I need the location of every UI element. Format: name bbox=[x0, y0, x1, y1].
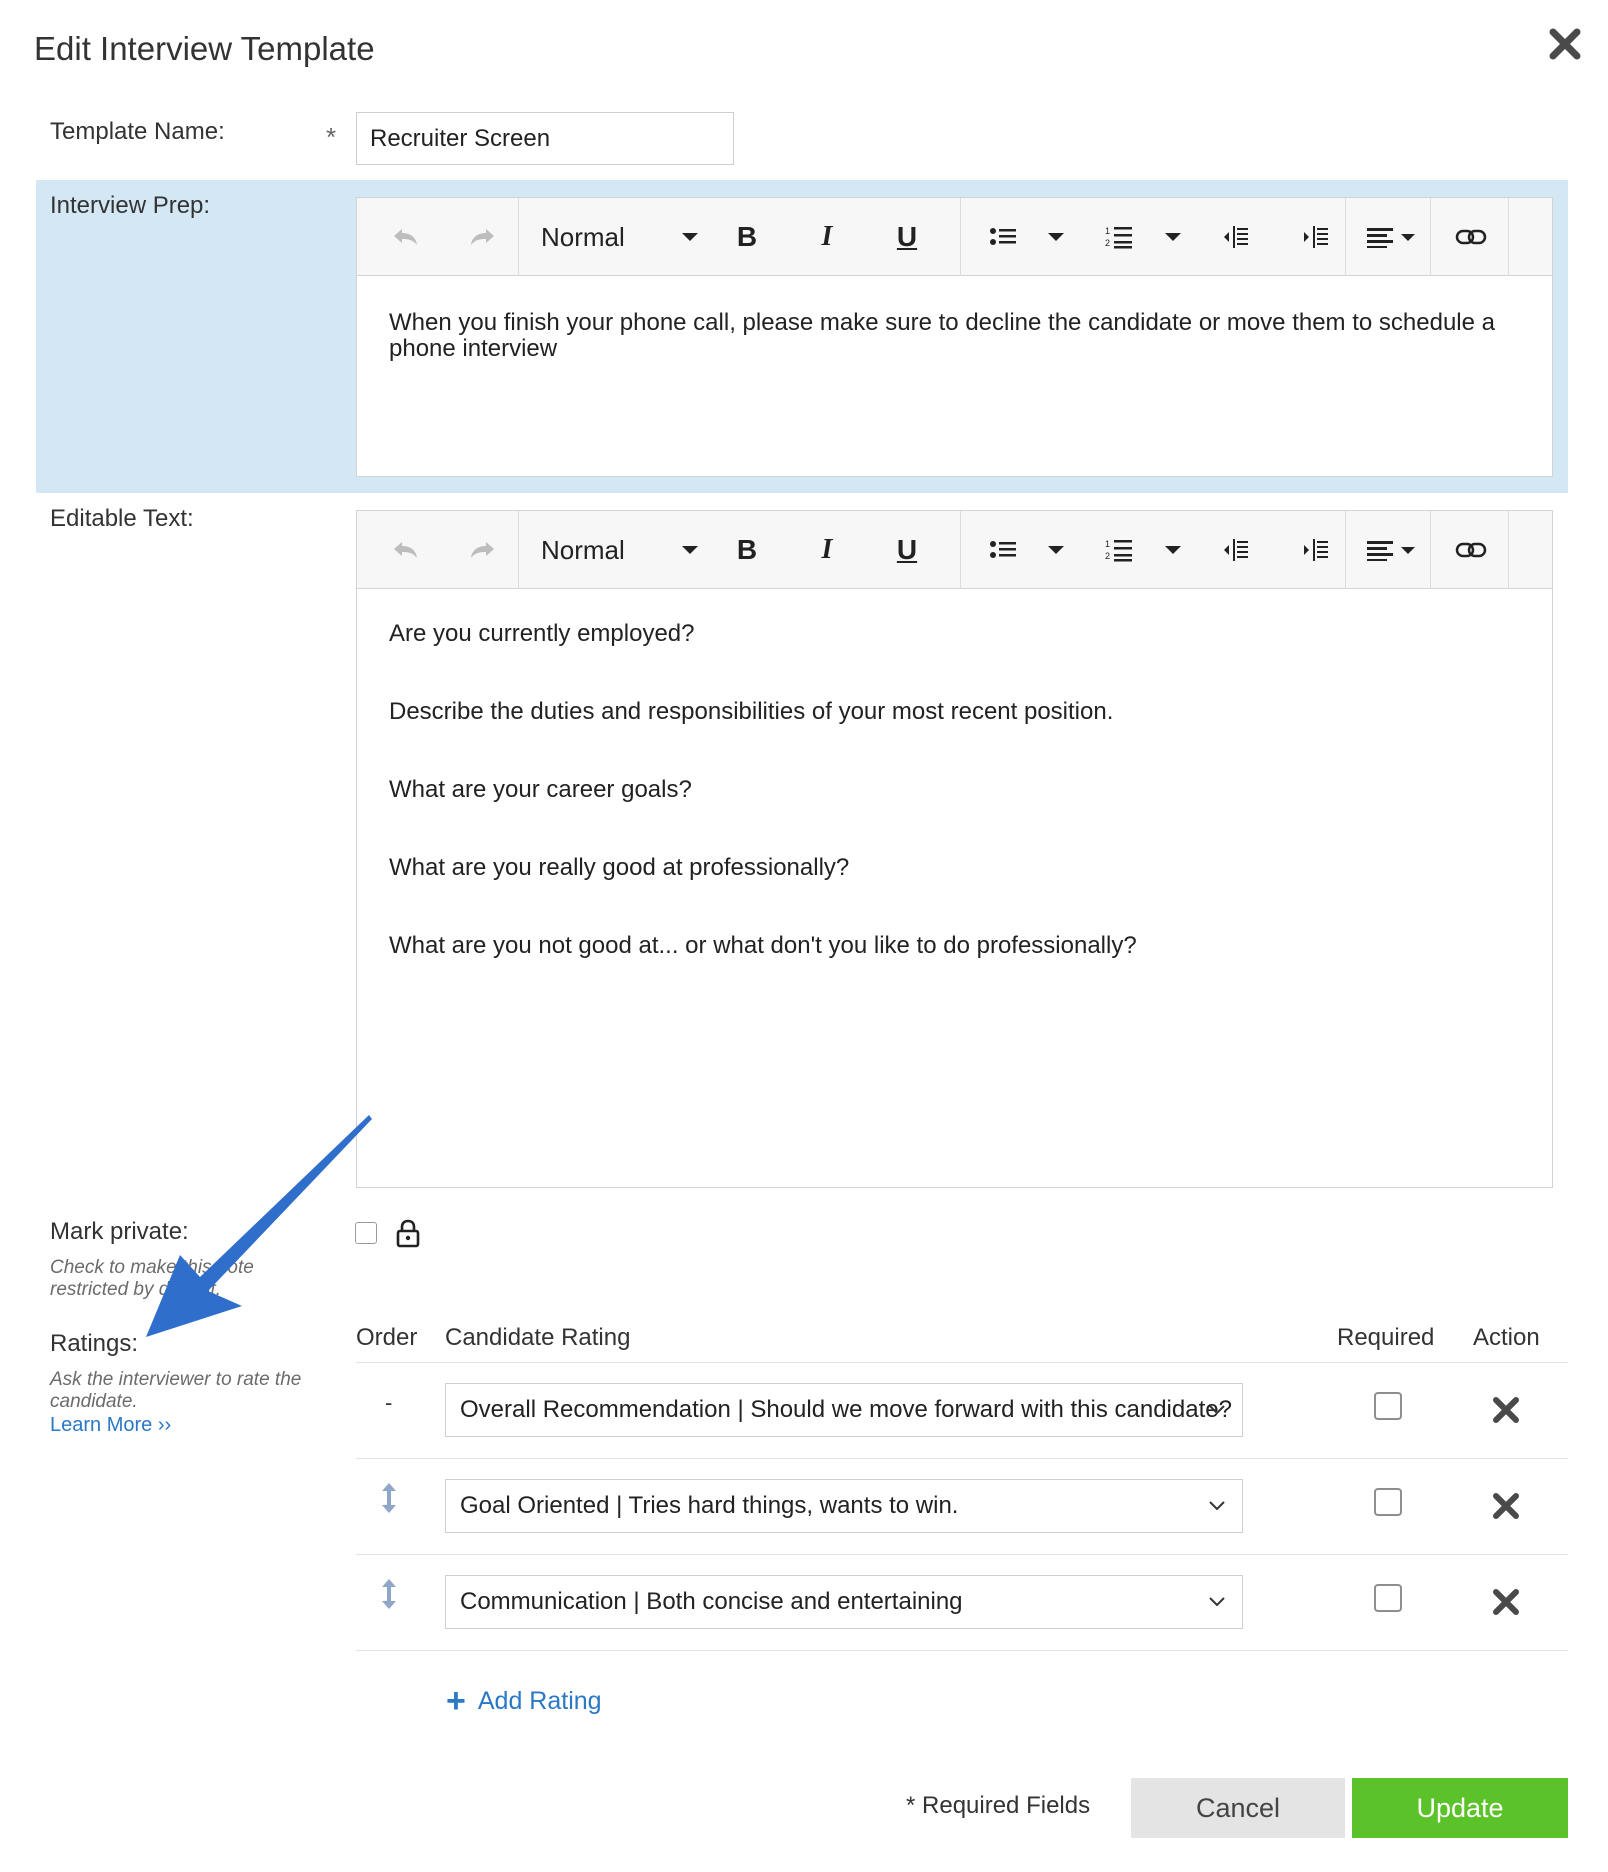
question-line: What are you not good at... or what don'… bbox=[389, 932, 1137, 959]
indent-icon[interactable] bbox=[1297, 511, 1333, 589]
svg-text:2: 2 bbox=[1105, 551, 1110, 561]
cancel-button[interactable]: Cancel bbox=[1131, 1778, 1345, 1838]
column-required: Required bbox=[1337, 1324, 1435, 1351]
chevron-down-icon[interactable] bbox=[1162, 198, 1184, 276]
bullet-list-icon[interactable] bbox=[985, 511, 1021, 589]
chevron-down-icon[interactable] bbox=[679, 511, 701, 589]
chevron-down-icon[interactable] bbox=[1045, 511, 1067, 589]
svg-text:2: 2 bbox=[1105, 238, 1110, 248]
format-select[interactable]: Normal bbox=[541, 511, 641, 589]
chevron-down-icon[interactable] bbox=[1045, 198, 1067, 276]
undo-icon[interactable] bbox=[383, 511, 427, 589]
column-candidate-rating: Candidate Rating bbox=[445, 1324, 631, 1351]
link-icon[interactable] bbox=[1449, 511, 1493, 589]
interview-prep-label: Interview Prep: bbox=[50, 192, 211, 219]
row-divider bbox=[356, 1458, 1568, 1459]
question-line: What are you really good at professional… bbox=[389, 854, 850, 881]
svg-text:1: 1 bbox=[1105, 226, 1110, 236]
editable-text-body[interactable]: Are you currently employed? Describe the… bbox=[357, 589, 1552, 959]
required-checkbox[interactable] bbox=[1374, 1584, 1402, 1612]
editor-toolbar: Normal B I U 12 bbox=[357, 198, 1552, 276]
add-rating-label: Add Rating bbox=[477, 1686, 602, 1715]
required-checkbox[interactable] bbox=[1374, 1392, 1402, 1420]
template-name-label: Template Name: bbox=[50, 118, 225, 145]
update-button[interactable]: Update bbox=[1352, 1778, 1568, 1838]
numbered-list-icon[interactable]: 12 bbox=[1101, 198, 1137, 276]
bold-button[interactable]: B bbox=[729, 198, 765, 276]
outdent-icon[interactable] bbox=[1217, 511, 1253, 589]
editor-toolbar: Normal B I U 12 bbox=[357, 511, 1552, 589]
link-icon[interactable] bbox=[1449, 198, 1493, 276]
rating-select[interactable]: Goal Oriented | Tries hard things, wants… bbox=[445, 1479, 1243, 1533]
required-fields-note: * Required Fields bbox=[906, 1792, 1091, 1819]
chevron-down-icon[interactable] bbox=[1162, 511, 1184, 589]
question-line: What are your career goals? bbox=[389, 776, 692, 803]
plus-icon: + bbox=[446, 1682, 466, 1720]
bold-button[interactable]: B bbox=[729, 511, 765, 589]
row-divider bbox=[356, 1650, 1568, 1651]
rating-select-value: Communication | Both concise and enterta… bbox=[460, 1588, 963, 1615]
add-rating-button[interactable]: + Add Rating bbox=[446, 1682, 602, 1720]
interview-prep-text[interactable]: When you finish your phone call, please … bbox=[357, 276, 1552, 362]
drag-handle-icon[interactable] bbox=[378, 1481, 400, 1515]
required-checkbox[interactable] bbox=[1374, 1488, 1402, 1516]
annotation-arrow-icon bbox=[146, 1115, 372, 1337]
interview-prep-editor: Normal B I U 12 When you finish your pho… bbox=[356, 197, 1553, 477]
order-placeholder: - bbox=[385, 1390, 393, 1415]
rating-select-value: Goal Oriented | Tries hard things, wants… bbox=[460, 1492, 959, 1519]
question-line: Describe the duties and responsibilities… bbox=[389, 698, 1114, 725]
chevron-down-icon[interactable] bbox=[679, 198, 701, 276]
delete-icon[interactable] bbox=[1490, 1586, 1522, 1618]
align-icon[interactable] bbox=[1363, 511, 1423, 589]
delete-icon[interactable] bbox=[1490, 1394, 1522, 1426]
dialog-title: Edit Interview Template bbox=[34, 30, 375, 67]
format-select[interactable]: Normal bbox=[541, 198, 641, 276]
column-action: Action bbox=[1473, 1324, 1540, 1351]
undo-icon[interactable] bbox=[383, 198, 427, 276]
bullet-list-icon[interactable] bbox=[985, 198, 1021, 276]
underline-button[interactable]: U bbox=[889, 511, 925, 589]
underline-button[interactable]: U bbox=[889, 198, 925, 276]
numbered-list-icon[interactable]: 12 bbox=[1101, 511, 1137, 589]
ratings-label: Ratings: bbox=[50, 1330, 139, 1357]
question-line: Are you currently employed? bbox=[389, 620, 695, 647]
rating-select-value: Overall Recommendation | Should we move … bbox=[460, 1396, 1232, 1423]
required-mark: * bbox=[326, 122, 337, 152]
align-icon[interactable] bbox=[1363, 198, 1423, 276]
learn-more-link[interactable]: Learn More ›› bbox=[50, 1414, 171, 1437]
close-icon[interactable] bbox=[1545, 24, 1585, 64]
rating-select[interactable]: Communication | Both concise and enterta… bbox=[445, 1575, 1243, 1629]
redo-icon[interactable] bbox=[461, 198, 505, 276]
editable-text-label: Editable Text: bbox=[50, 505, 194, 532]
drag-handle-icon[interactable] bbox=[378, 1577, 400, 1611]
chevron-down-icon bbox=[1209, 1501, 1225, 1511]
delete-icon[interactable] bbox=[1490, 1490, 1522, 1522]
italic-button[interactable]: I bbox=[809, 511, 845, 589]
lock-icon bbox=[396, 1219, 420, 1248]
template-name-input[interactable]: Recruiter Screen bbox=[356, 112, 734, 165]
row-divider bbox=[356, 1362, 1568, 1363]
outdent-icon[interactable] bbox=[1217, 198, 1253, 276]
chevron-down-icon bbox=[1209, 1405, 1225, 1415]
interview-prep-paragraph: When you finish your phone call, please … bbox=[389, 309, 1495, 362]
editable-text-editor: Normal B I U 12 Are you currently employ… bbox=[356, 510, 1553, 1188]
row-divider bbox=[356, 1554, 1568, 1555]
italic-button[interactable]: I bbox=[809, 198, 845, 276]
chevron-down-icon bbox=[1209, 1597, 1225, 1607]
indent-icon[interactable] bbox=[1297, 198, 1333, 276]
ratings-hint: Ask the interviewer to rate the candidat… bbox=[50, 1369, 302, 1412]
rating-select[interactable]: Overall Recommendation | Should we move … bbox=[445, 1383, 1243, 1437]
redo-icon[interactable] bbox=[461, 511, 505, 589]
svg-text:1: 1 bbox=[1105, 539, 1110, 549]
